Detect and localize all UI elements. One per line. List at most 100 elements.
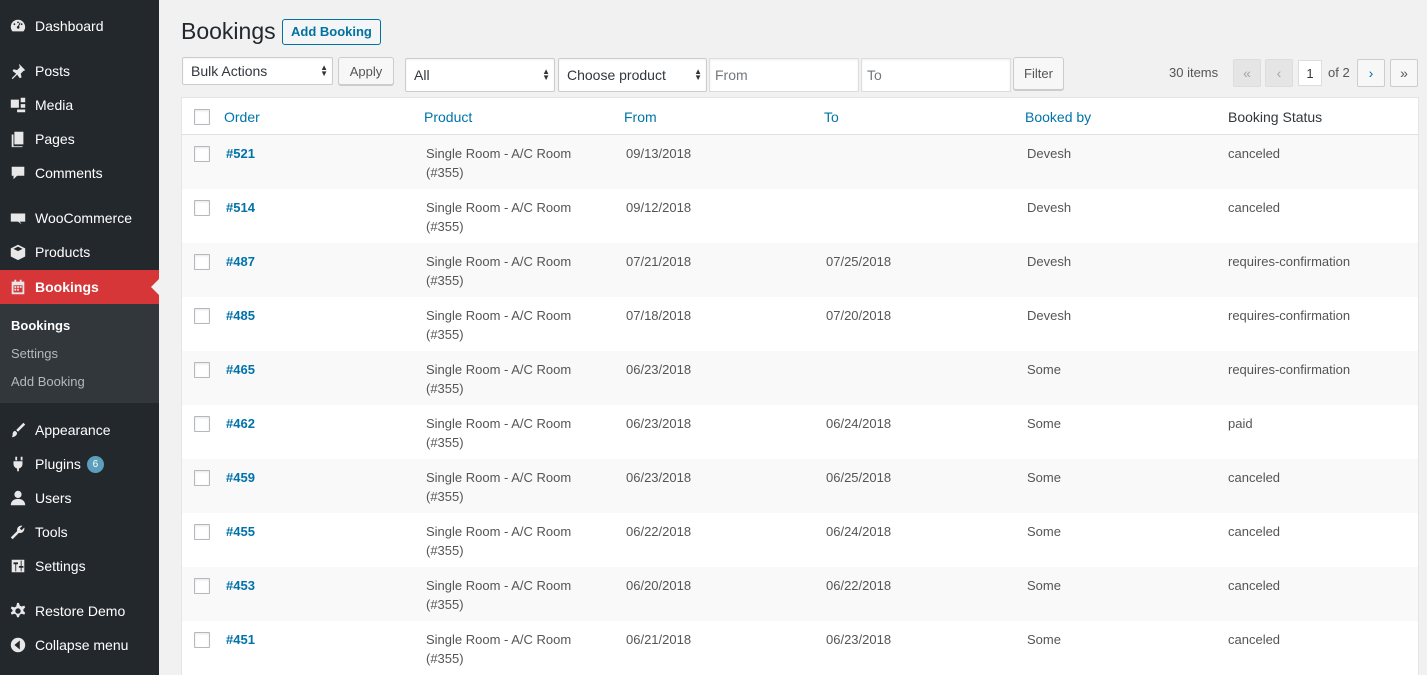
column-booking-status: Booking Status xyxy=(1228,109,1323,125)
booked-by-cell: Some xyxy=(1027,362,1061,377)
filter-button[interactable]: Filter xyxy=(1013,57,1064,90)
row-checkbox[interactable] xyxy=(194,470,210,486)
media-icon xyxy=(8,95,28,115)
from-cell: 06/21/2018 xyxy=(626,632,692,647)
last-page-button[interactable]: » xyxy=(1390,59,1418,87)
booked-by-cell: Devesh xyxy=(1027,146,1072,161)
select-all-checkbox[interactable] xyxy=(194,109,210,125)
to-cell: 06/23/2018 xyxy=(826,632,892,647)
column-product[interactable]: Product xyxy=(424,109,472,125)
order-link[interactable]: #465 xyxy=(226,360,255,379)
submenu-add-booking[interactable]: Add Booking xyxy=(11,374,85,389)
menu-woocommerce[interactable]: WooCommerce xyxy=(0,201,159,235)
row-checkbox[interactable] xyxy=(194,524,210,540)
row-checkbox[interactable] xyxy=(194,200,210,216)
menu-products[interactable]: Products xyxy=(0,235,159,269)
plugins-update-badge: 6 xyxy=(86,455,104,473)
to-cell: 07/20/2018 xyxy=(826,308,892,323)
from-cell: 06/20/2018 xyxy=(626,578,692,593)
status-cell: canceled xyxy=(1228,524,1281,539)
row-checkbox[interactable] xyxy=(194,362,210,378)
column-order[interactable]: Order xyxy=(224,109,260,125)
menu-label: Bookings xyxy=(35,279,99,295)
menu-media[interactable]: Media xyxy=(0,88,159,122)
next-page-button[interactable]: › xyxy=(1357,59,1385,87)
row-checkbox[interactable] xyxy=(194,416,210,432)
table-row: #465 Single Room - A/C Room (#355) 06/23/2… xyxy=(182,351,1418,405)
order-link[interactable]: #521 xyxy=(226,144,255,163)
from-cell: 07/18/2018 xyxy=(626,308,692,323)
menu-label: Comments xyxy=(35,165,103,181)
menu-label: Collapse menu xyxy=(35,637,129,653)
product-cell: Single Room - A/C Room (#355) xyxy=(426,416,572,450)
status-filter-select[interactable]: All ▲ ▼ xyxy=(405,58,555,92)
menu-collapse[interactable]: Collapse menu xyxy=(0,628,159,662)
menu-posts[interactable]: Posts xyxy=(0,54,159,88)
status-cell: canceled xyxy=(1228,578,1281,593)
bulk-actions-value: Bulk Actions xyxy=(191,63,268,79)
table-row: #455 Single Room - A/C Room (#355) 06/22/2… xyxy=(182,513,1418,567)
row-checkbox[interactable] xyxy=(194,578,210,594)
menu-label: Posts xyxy=(35,63,71,79)
order-link[interactable]: #459 xyxy=(226,468,255,487)
from-date-input[interactable]: From xyxy=(709,58,859,92)
product-cell: Single Room - A/C Room (#355) xyxy=(426,200,572,234)
product-cell: Single Room - A/C Room (#355) xyxy=(426,632,572,666)
menu-bookings[interactable]: Bookings xyxy=(0,270,159,304)
product-cell: Single Room - A/C Room (#355) xyxy=(426,470,572,504)
menu-label: Settings xyxy=(35,558,86,574)
order-link[interactable]: #514 xyxy=(226,198,255,217)
column-booked-by[interactable]: Booked by xyxy=(1025,109,1091,125)
order-link[interactable]: #451 xyxy=(226,630,255,649)
product-filter-select[interactable]: Choose product ▲ ▼ xyxy=(558,58,707,92)
menu-users[interactable]: Users xyxy=(0,481,159,515)
row-checkbox[interactable] xyxy=(194,254,210,270)
menu-tools[interactable]: Tools xyxy=(0,515,159,549)
add-booking-button[interactable]: Add Booking xyxy=(282,19,381,45)
from-cell: 07/21/2018 xyxy=(626,254,692,269)
table-row: #485 Single Room - A/C Room (#355) 07/18/2… xyxy=(182,297,1418,351)
table-row: #453 Single Room - A/C Room (#355) 06/20/2… xyxy=(182,567,1418,621)
gear-icon xyxy=(8,601,28,621)
row-checkbox[interactable] xyxy=(194,632,210,648)
to-date-input[interactable]: To xyxy=(861,58,1011,92)
column-to[interactable]: To xyxy=(824,109,839,125)
comment-icon xyxy=(8,163,28,183)
order-link[interactable]: #453 xyxy=(226,576,255,595)
menu-plugins[interactable]: Plugins 6 xyxy=(0,447,159,481)
from-cell: 06/22/2018 xyxy=(626,524,692,539)
order-link[interactable]: #485 xyxy=(226,306,255,325)
first-page-button[interactable]: « xyxy=(1233,59,1261,87)
booked-by-cell: Some xyxy=(1027,470,1061,485)
order-link[interactable]: #455 xyxy=(226,522,255,541)
page-title: Bookings xyxy=(181,18,276,44)
status-cell: paid xyxy=(1228,416,1253,431)
bulk-actions-select[interactable]: Bulk Actions ▲ ▼ xyxy=(182,57,333,85)
current-page-input[interactable]: 1 xyxy=(1298,60,1322,86)
menu-restore-demo[interactable]: Restore Demo xyxy=(0,594,159,628)
from-cell: 09/12/2018 xyxy=(626,200,692,215)
apply-button[interactable]: Apply xyxy=(338,57,394,85)
booked-by-cell: Devesh xyxy=(1027,308,1072,323)
submenu-settings[interactable]: Settings xyxy=(11,346,58,361)
to-cell: 06/24/2018 xyxy=(826,524,892,539)
sliders-icon xyxy=(8,556,28,576)
menu-comments[interactable]: Comments xyxy=(0,156,159,190)
submenu-bookings[interactable]: Bookings xyxy=(11,318,70,333)
order-link[interactable]: #487 xyxy=(226,252,255,271)
column-from[interactable]: From xyxy=(624,109,657,125)
select-arrows-icon: ▲ ▼ xyxy=(320,63,328,78)
to-date-placeholder: To xyxy=(867,67,882,83)
menu-settings[interactable]: Settings xyxy=(0,549,159,583)
menu-dashboard[interactable]: Dashboard xyxy=(0,9,159,43)
status-cell: canceled xyxy=(1228,200,1281,215)
row-checkbox[interactable] xyxy=(194,308,210,324)
to-cell: 06/25/2018 xyxy=(826,470,892,485)
menu-pages[interactable]: Pages xyxy=(0,122,159,156)
prev-page-button[interactable]: ‹ xyxy=(1265,59,1293,87)
row-checkbox[interactable] xyxy=(194,146,210,162)
to-cell: 06/22/2018 xyxy=(826,578,892,593)
from-cell: 06/23/2018 xyxy=(626,470,692,485)
menu-appearance[interactable]: Appearance xyxy=(0,413,159,447)
order-link[interactable]: #462 xyxy=(226,414,255,433)
